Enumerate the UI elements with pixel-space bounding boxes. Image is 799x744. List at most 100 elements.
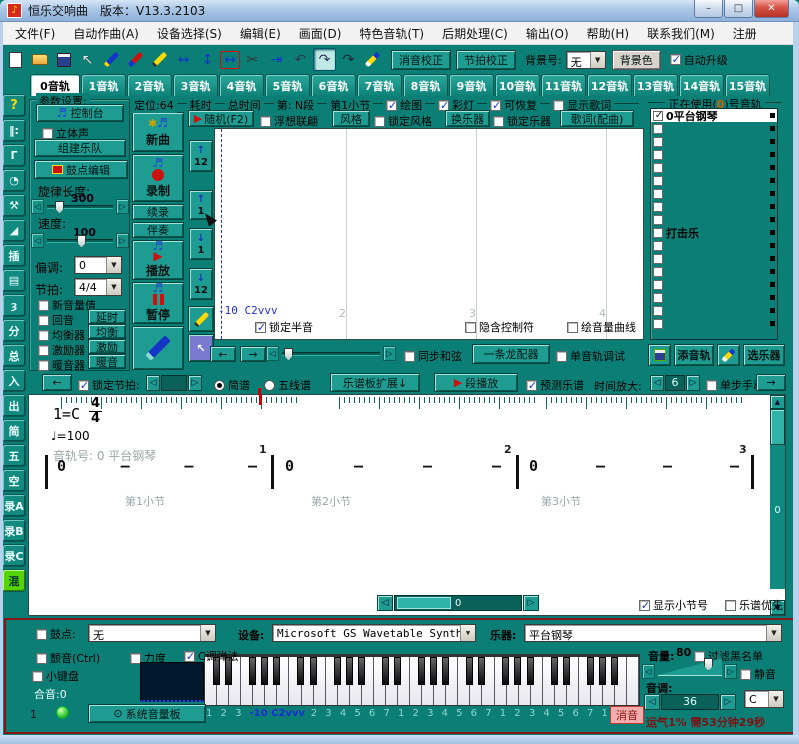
piano-black-key[interactable] bbox=[514, 657, 521, 685]
instrument-row-13[interactable] bbox=[651, 278, 777, 291]
menu-item-画面(D)[interactable]: 画面(D) bbox=[290, 22, 351, 45]
piano-black-key[interactable] bbox=[261, 657, 268, 685]
minimize-button[interactable]: – bbox=[694, 0, 723, 18]
instrument-row-checkbox[interactable] bbox=[653, 150, 663, 160]
nav-right-button[interactable]: → bbox=[240, 346, 266, 362]
vscroll-thumb[interactable] bbox=[770, 409, 785, 445]
undo-icon[interactable]: ↶ bbox=[289, 48, 312, 71]
menu-item-设备选择(S)[interactable]: 设备选择(S) bbox=[148, 22, 231, 45]
piano-black-key[interactable] bbox=[478, 657, 485, 685]
lyrics-button[interactable]: 歌词(配曲) bbox=[560, 110, 634, 127]
slider-thumb[interactable] bbox=[77, 235, 86, 248]
redo-icon[interactable]: ↷ bbox=[313, 48, 336, 71]
tab-7音轨[interactable]: 7音轨 bbox=[357, 74, 402, 96]
chevron-down-icon[interactable]: ▼ bbox=[200, 625, 215, 641]
out-button[interactable]: 出 bbox=[2, 394, 26, 417]
instrument-row-5[interactable] bbox=[651, 174, 777, 187]
lock-instrument-checkbox[interactable]: 锁定乐器 bbox=[493, 113, 551, 129]
close-button[interactable]: ✕ bbox=[754, 0, 789, 18]
instrument-row-10[interactable] bbox=[651, 239, 777, 252]
hscroll-thumb[interactable] bbox=[397, 597, 451, 609]
recoverable-checkbox[interactable]: 可恢复 bbox=[487, 97, 540, 113]
tab-3音轨[interactable]: 3音轨 bbox=[173, 74, 218, 96]
instrument-row-9[interactable]: 打击乐 bbox=[651, 226, 777, 239]
tool-icon[interactable]: ⚒ bbox=[2, 194, 26, 217]
volume-up-icon[interactable]: ▷ bbox=[724, 664, 737, 679]
beat-correct-button[interactable]: 节拍校正 bbox=[456, 50, 516, 70]
next-button[interactable]: → bbox=[756, 374, 786, 391]
piano-black-key[interactable] bbox=[430, 657, 437, 685]
slider-thumb[interactable] bbox=[284, 348, 293, 361]
staff-button[interactable]: 五 bbox=[2, 444, 26, 467]
ramp-icon[interactable]: ◢ bbox=[2, 219, 26, 242]
save-track-button[interactable] bbox=[648, 344, 671, 366]
total-button[interactable]: 总 bbox=[2, 344, 26, 367]
meter-select[interactable]: 4/4▼ bbox=[74, 278, 122, 296]
chevron-down-icon[interactable]: ▼ bbox=[768, 691, 783, 707]
instrument-row-checkbox[interactable] bbox=[653, 267, 663, 277]
blue-pen-icon[interactable] bbox=[100, 48, 123, 71]
single-track-debug-checkbox[interactable]: 单音轨调试 bbox=[556, 348, 625, 364]
mute-correct-button[interactable]: 消音校正 bbox=[391, 50, 451, 70]
build-band-button[interactable]: 组建乐队 bbox=[34, 139, 126, 157]
zoom-spin-right-icon[interactable]: ▷ bbox=[686, 375, 700, 391]
auto-upgrade-checkbox[interactable]: 自动升级 bbox=[670, 52, 728, 68]
triplet-icon[interactable]: ȝ bbox=[2, 294, 26, 317]
red-pen-icon[interactable] bbox=[124, 48, 147, 71]
menu-item-文件(F)[interactable]: 文件(F) bbox=[6, 22, 64, 45]
menu-item-输出(O)[interactable]: 输出(O) bbox=[517, 22, 578, 45]
cut-icon[interactable]: ✂ bbox=[241, 48, 264, 71]
play-button[interactable]: ♬▶播放 bbox=[132, 240, 184, 280]
change-instrument-button[interactable]: 换乐器 bbox=[445, 110, 490, 127]
vscroll-track[interactable]: 0 bbox=[770, 409, 785, 589]
split-button[interactable]: 分 bbox=[2, 319, 26, 342]
chevron-down-icon[interactable]: ▼ bbox=[460, 625, 475, 641]
menu-item-注册[interactable]: 注册 bbox=[724, 22, 766, 45]
octave-down-1-button[interactable]: ↓1 bbox=[189, 228, 213, 260]
instrument-row-2[interactable] bbox=[651, 135, 777, 148]
lock-semitone-checkbox[interactable]: 锁定半音 bbox=[255, 319, 313, 335]
mute-button[interactable]: 消音 bbox=[610, 706, 644, 724]
warm-button[interactable]: 暖音 bbox=[88, 354, 126, 369]
instrument-row-checkbox[interactable] bbox=[653, 202, 663, 212]
instrument-row-checkbox[interactable] bbox=[653, 293, 663, 303]
instrument-row-checkbox[interactable] bbox=[653, 189, 663, 199]
instrument-row-16[interactable] bbox=[651, 317, 777, 330]
pitch-spin-right-icon[interactable]: ▷ bbox=[720, 694, 736, 710]
show-bar-numbers-checkbox[interactable]: 显示小节号 bbox=[639, 597, 708, 613]
beat-spin-right-icon[interactable]: ▷ bbox=[188, 375, 202, 391]
instrument-row-checkbox[interactable] bbox=[653, 280, 663, 290]
piano-black-key[interactable] bbox=[297, 657, 304, 685]
key-select[interactable]: C▼ bbox=[744, 690, 784, 708]
style-button[interactable]: 风格 bbox=[332, 110, 370, 127]
drum-select[interactable]: 无▼ bbox=[88, 624, 216, 642]
menu-item-后期处理(C)[interactable]: 后期处理(C) bbox=[433, 22, 517, 45]
tab-4音轨[interactable]: 4音轨 bbox=[219, 74, 264, 96]
speed-slider[interactable]: ◁ 100 ▷ bbox=[31, 233, 129, 248]
hidden-controls-checkbox[interactable]: 隐含控制符 bbox=[465, 319, 534, 335]
slider-right-arrow-icon[interactable]: ▷ bbox=[116, 199, 129, 214]
cursor-tool-icon[interactable]: ↖ bbox=[76, 48, 99, 71]
instrument-select[interactable]: 平台钢琴▼ bbox=[524, 624, 782, 642]
instrument-row-checkbox[interactable] bbox=[653, 124, 663, 134]
instrument-row-checkbox[interactable] bbox=[653, 176, 663, 186]
fancy-checkbox[interactable]: 浮想联翩 bbox=[260, 113, 318, 129]
hscroll-left-icon[interactable]: ◁ bbox=[377, 595, 393, 611]
menu-item-特色音轨(T)[interactable]: 特色音轨(T) bbox=[350, 22, 433, 45]
slider-left-arrow-icon[interactable]: ◁ bbox=[31, 199, 44, 214]
instrument-row-checkbox[interactable] bbox=[653, 306, 663, 316]
tab-13音轨[interactable]: 13音轨 bbox=[633, 74, 678, 96]
sync-chord-checkbox[interactable]: 同步和弦 bbox=[404, 348, 462, 364]
c-key-play-checkbox[interactable]: C调弹法 bbox=[184, 648, 239, 664]
score-first-checkbox[interactable]: 乐谱优先 bbox=[725, 597, 783, 613]
pencil-icon[interactable] bbox=[148, 48, 171, 71]
octave-up-12-button[interactable]: ↑12 bbox=[189, 140, 213, 172]
tab-6音轨[interactable]: 6音轨 bbox=[311, 74, 356, 96]
piano-black-key[interactable] bbox=[418, 657, 425, 685]
piano-black-key[interactable] bbox=[334, 657, 341, 685]
paste-to-line-icon[interactable]: ⇥ bbox=[265, 48, 288, 71]
beat-spin-left-icon[interactable]: ◁ bbox=[146, 375, 160, 391]
chevron-down-icon[interactable]: ▼ bbox=[766, 625, 781, 641]
drum-edit-button[interactable]: 鼓点编辑 bbox=[34, 160, 128, 179]
slider-right-arrow-icon[interactable]: ▷ bbox=[383, 346, 396, 361]
